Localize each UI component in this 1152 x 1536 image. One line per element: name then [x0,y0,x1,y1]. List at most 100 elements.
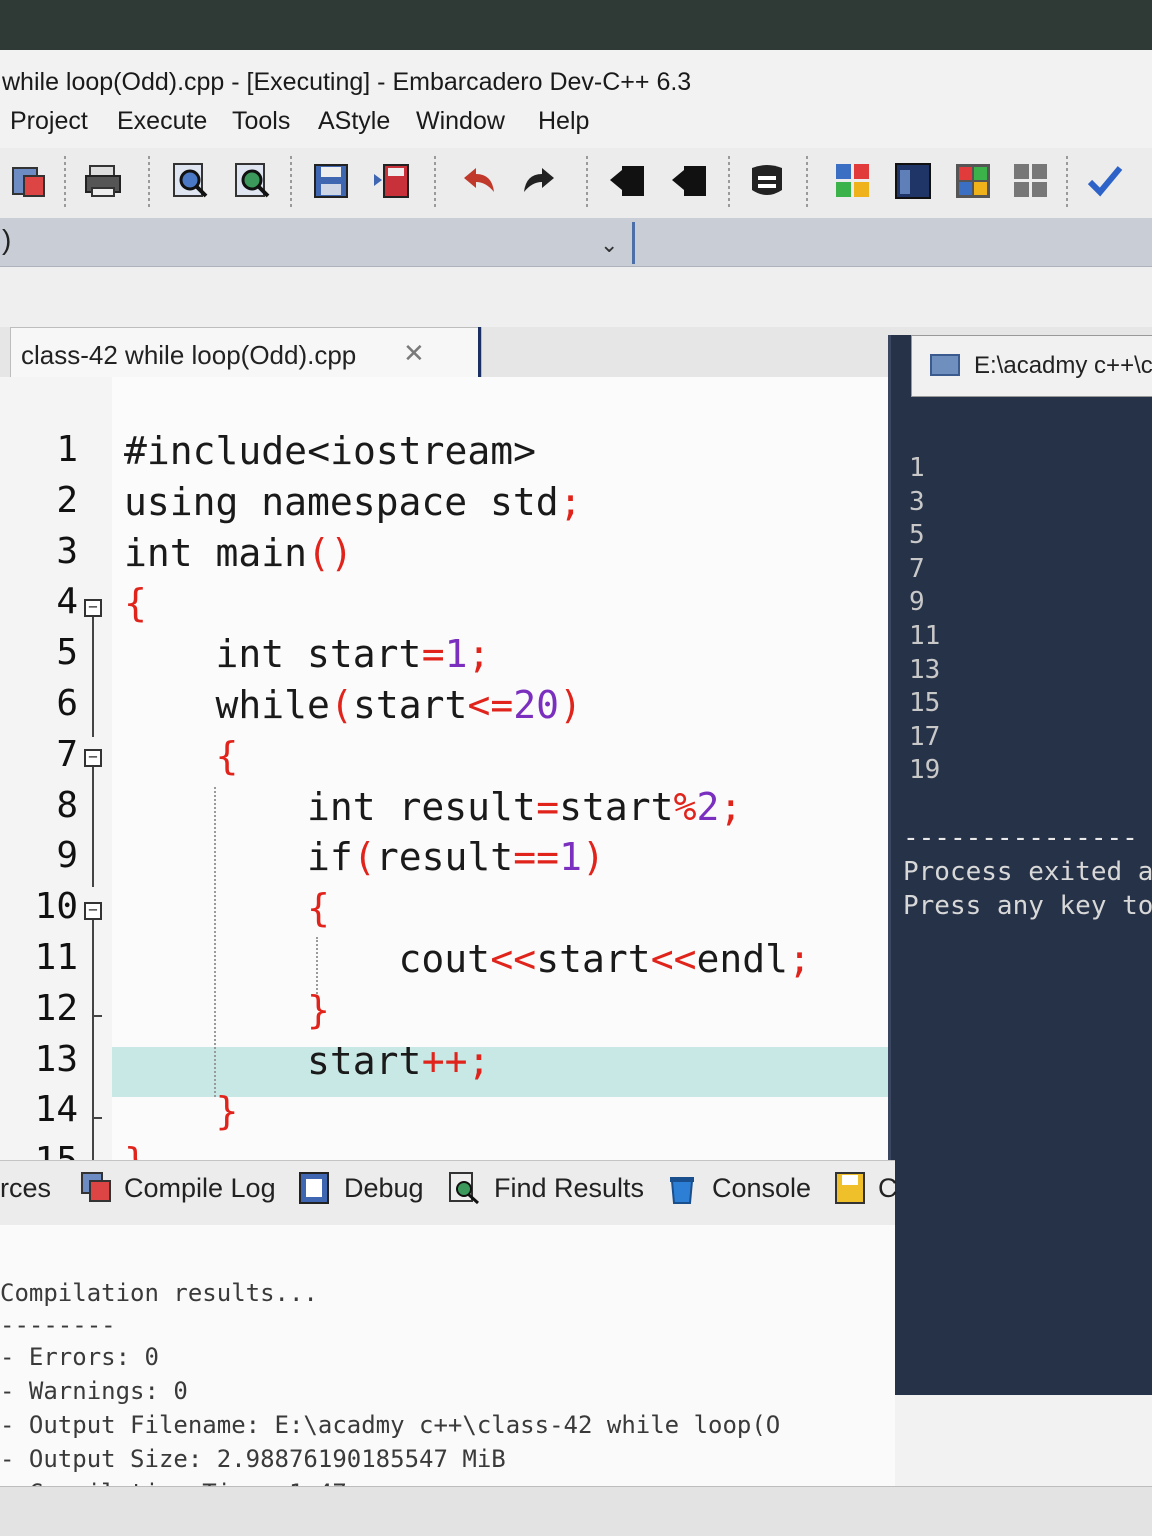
console-output-line: 5 [909,520,925,551]
code-token: start [124,1038,422,1083]
code-line: int main() [0,531,895,581]
console-window[interactable]: E:\acadmy c++\c 1 3 5 7 9 11 13 15 17 19 --------… [888,335,1152,1395]
console-output-line: 3 [909,486,925,517]
fold-end-line-14 [92,1117,102,1119]
save-icon[interactable] [312,162,350,200]
tab-compile-log[interactable]: Compile Log [124,1173,276,1204]
compile-log-icon [80,1171,112,1205]
find-next-icon[interactable] [234,162,272,200]
find-icon[interactable] [172,162,210,200]
window-icon[interactable] [894,162,932,200]
toolbar-separator [806,156,808,208]
project-icon[interactable] [10,162,48,200]
code-token: int result [124,784,536,829]
code-token: using namespace std [124,479,559,524]
tab-close-results[interactable]: C [878,1173,898,1204]
status-bar [0,1486,1152,1536]
code-token: ( [330,683,353,727]
fold-end-line-12 [92,1015,102,1017]
check-icon[interactable] [1086,162,1124,200]
toolbar-gap [0,267,1152,327]
menu-astyle[interactable]: AStyle [318,107,390,136]
unindent-icon[interactable] [670,162,708,200]
console-output-line: 15 [909,688,941,719]
toolbar-separator [728,156,730,208]
console-output-line: 1 [909,453,925,483]
redo-icon[interactable] [520,162,558,200]
code-token: cout [124,937,491,981]
compile-log-line: - Output Size: 2.98876190185547 MiB [0,1445,506,1473]
code-token: { [124,733,239,778]
code-line: { [0,734,895,784]
console-title: E:\acadmy c++\c [974,352,1152,379]
console-message: Process exited a [903,857,1152,887]
fold-line [92,920,94,1175]
save-all-icon[interactable] [372,162,410,200]
console-output-line: 11 [909,621,941,651]
menu-execute[interactable]: Execute [117,107,207,136]
grid-icon[interactable] [1012,162,1050,200]
code-token: 20 [513,683,560,727]
menu-window[interactable]: Window [416,107,505,136]
code-token: int start [124,632,422,677]
code-line: int start = 1; [0,632,895,682]
code-token: } [124,987,330,1032]
color-icon[interactable] [954,162,992,200]
fold-toggle-line-10[interactable]: − [84,902,102,920]
code-line: while(start <= 20) [0,683,895,733]
code-token: ( [353,835,376,880]
code-token: = [536,784,560,829]
tab-resources[interactable]: rces [0,1173,51,1204]
console-output-line: 13 [909,654,941,685]
code-token: << [650,937,697,981]
print-icon[interactable] [84,162,122,200]
code-token: ; [719,784,743,829]
menu-project[interactable]: Project [10,107,88,136]
tab-console[interactable]: Console [712,1173,811,1204]
tab-find-results[interactable]: Find Results [494,1173,644,1204]
code-token: { [124,886,330,931]
console-title-bar[interactable]: E:\acadmy c++\c [911,335,1152,397]
toolbar-separator [434,156,436,208]
fold-toggle-line-7[interactable]: − [84,749,102,767]
code-token: start [559,784,674,829]
code-token: start [536,937,651,981]
console-output-line: 19 [909,755,941,786]
code-token: result [375,835,514,880]
layout-icon[interactable] [834,162,872,200]
toolbar-separator [290,156,292,208]
menu-bar: Project Execute Tools AStyle Window Help [0,105,1152,145]
code-editor[interactable]: 123456789101112131415 #include<iostream>… [0,377,895,1207]
console-separator: --------------- [903,823,1138,853]
bottom-panel-tabs: rces Compile Log Debug Find Results Cons… [0,1160,898,1226]
debug-icon [298,1171,330,1205]
indent-icon[interactable] [608,162,646,200]
code-line: { [0,886,895,936]
menu-help[interactable]: Help [538,107,589,136]
tab-edge [478,327,481,381]
close-icon[interactable]: ✕ [403,338,425,369]
window-title: while loop(Odd).cpp - [Executing] - Emba… [2,68,692,96]
code-token: == [513,835,560,880]
menu-tools[interactable]: Tools [232,107,290,136]
fold-toggle-line-4[interactable]: − [84,599,102,617]
console-icon [666,1171,698,1205]
class-browser-combo[interactable]: ) ⌄ [0,218,1152,267]
editor-tab[interactable]: class-42 while loop(Odd).cpp ✕ [10,327,482,382]
find-results-icon [448,1171,480,1205]
compile-log-line: -------- [0,1311,116,1339]
code-token: if [124,835,353,880]
code-line: { [0,581,895,631]
undo-icon[interactable] [460,162,498,200]
fold-line [92,767,94,887]
bookmark-icon[interactable] [748,162,786,200]
tab-debug[interactable]: Debug [344,1173,424,1204]
code-token: = [421,632,445,677]
code-token: () [307,530,353,575]
compile-log-line: - Warnings: 0 [0,1377,188,1405]
code-line: if(result == 1) [0,835,895,885]
code-token: ; [467,632,491,677]
console-output-line: 7 [909,553,925,584]
combo-value: ) [2,224,12,255]
chevron-down-icon[interactable]: ⌄ [600,232,618,258]
